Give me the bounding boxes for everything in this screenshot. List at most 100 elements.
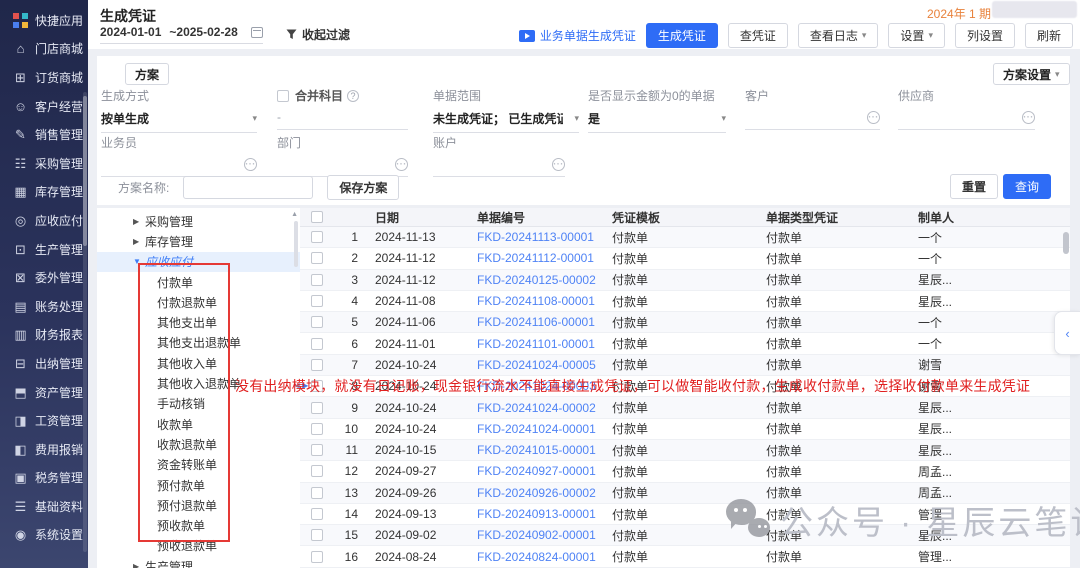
collapse-filter-button[interactable]: 收起过滤 [286, 26, 350, 43]
sidebar-item[interactable]: ▣ 税务管理 [0, 464, 88, 493]
date-range-field[interactable]: 2024-01-01 ~2025-02-28 [100, 25, 263, 44]
table-row[interactable]: 16 2024-08-24 FKD-20240824-00001 付款单 付款单… [300, 546, 1070, 567]
tree-item[interactable]: ▶ 生产管理 [97, 556, 300, 568]
tree-item[interactable]: 其他收入单 [97, 353, 300, 373]
generate-voucher-button[interactable]: 生成凭证 [646, 23, 718, 48]
table-row[interactable]: 14 2024-09-13 FKD-20240913-00001 付款单 付款单… [300, 504, 1070, 525]
sidebar-item[interactable]: ⌂ 门店商城 [0, 35, 88, 64]
more-options-icon[interactable]: ··· [552, 158, 565, 171]
row-checkbox[interactable] [311, 316, 323, 328]
sidebar-item[interactable]: ⊟ 出纳管理 [0, 349, 88, 378]
table-row[interactable]: 5 2024-11-06 FKD-20241106-00001 付款单 付款单 … [300, 312, 1070, 333]
reset-button[interactable]: 重置 [950, 174, 998, 199]
more-options-icon[interactable]: ··· [867, 111, 880, 124]
tree-item[interactable]: 收款退款单 [97, 434, 300, 454]
more-options-icon[interactable]: ··· [244, 158, 257, 171]
row-checkbox[interactable] [311, 423, 323, 435]
tree-scroll-up-icon[interactable]: ▲ [291, 211, 298, 218]
merge-subject-checkbox[interactable] [277, 90, 289, 102]
account-input[interactable]: ··· [433, 157, 565, 177]
row-checkbox[interactable] [311, 487, 323, 499]
collapse-panel-tab[interactable]: ‹ [1054, 311, 1080, 355]
table-row[interactable]: 7 2024-10-24 FKD-20241024-00005 付款单 付款单 … [300, 355, 1070, 376]
sidebar-item[interactable]: 快捷应用 [0, 6, 88, 35]
sidebar-item[interactable]: ☷ 采购管理 [0, 149, 88, 178]
table-row[interactable]: 11 2024-10-15 FKD-20241015-00001 付款单 付款单… [300, 440, 1070, 461]
sidebar-item[interactable]: ☰ 基础资料 [0, 492, 88, 521]
row-checkbox[interactable] [311, 274, 323, 286]
table-row[interactable]: 13 2024-09-26 FKD-20240926-00002 付款单 付款单… [300, 483, 1070, 504]
view-voucher-button[interactable]: 查凭证 [728, 23, 788, 48]
scheme-settings-button[interactable]: 方案设置 ▾ [993, 63, 1070, 85]
tree-item[interactable]: 预收退款单 [97, 536, 300, 556]
row-checkbox[interactable] [311, 551, 323, 563]
sidebar-item[interactable]: ◎ 应收应付 [0, 206, 88, 235]
table-row[interactable]: 2 2024-11-12 FKD-20241112-00001 付款单 付款单 … [300, 248, 1070, 269]
department-input[interactable]: ··· [277, 157, 408, 177]
sidebar-scrollbar[interactable] [83, 92, 87, 552]
query-button[interactable]: 查询 [1003, 174, 1051, 199]
table-row[interactable]: 3 2024-11-12 FKD-20240125-00002 付款单 付款单 … [300, 270, 1070, 291]
sidebar-item[interactable]: ◧ 费用报销 [0, 435, 88, 464]
cell-doc-no-link[interactable]: FKD-20240926-00002 [464, 486, 599, 500]
tree-item[interactable]: 其他支出单 [97, 312, 300, 332]
row-checkbox[interactable] [311, 231, 323, 243]
tree-item[interactable]: 付款退款单 [97, 292, 300, 312]
table-row[interactable]: 6 2024-11-01 FKD-20241101-00001 付款单 付款单 … [300, 333, 1070, 354]
select-all-checkbox[interactable] [311, 211, 323, 223]
tree-item[interactable]: 预收款单 [97, 515, 300, 535]
tree-item[interactable]: ▶ 采购管理 [97, 211, 300, 231]
tree-item[interactable]: ▶ 库存管理 [97, 231, 300, 251]
help-icon[interactable]: ? [347, 90, 359, 102]
sidebar-item[interactable]: ⊞ 订货商城 [0, 63, 88, 92]
row-checkbox[interactable] [311, 338, 323, 350]
cell-doc-no-link[interactable]: FKD-20241108-00001 [464, 294, 599, 308]
cell-doc-no-link[interactable]: FKD-20241024-00005 [464, 358, 599, 372]
tree-item[interactable]: 收款单 [97, 414, 300, 434]
row-checkbox[interactable] [311, 508, 323, 520]
settings-button[interactable]: 设置 ▾ [888, 23, 945, 48]
sidebar-item[interactable]: ▤ 账务处理 [0, 292, 88, 321]
sidebar-item[interactable]: ⊡ 生产管理 [0, 235, 88, 264]
cell-doc-no-link[interactable]: FKD-20241101-00001 [464, 337, 599, 351]
sidebar-item[interactable]: ◨ 工资管理 [0, 406, 88, 435]
customer-input[interactable]: ··· [745, 110, 880, 130]
table-row[interactable]: 12 2024-09-27 FKD-20240927-00001 付款单 付款单… [300, 461, 1070, 482]
tree-item[interactable]: 付款单 [97, 272, 300, 292]
table-row[interactable]: 9 2024-10-24 FKD-20241024-00002 付款单 付款单 … [300, 397, 1070, 418]
sidebar-item[interactable]: ◉ 系统设置 [0, 521, 88, 550]
save-scheme-button[interactable]: 保存方案 [327, 175, 399, 200]
cell-doc-no-link[interactable]: FKD-20240125-00002 [464, 273, 599, 287]
row-checkbox[interactable] [311, 252, 323, 264]
tree-item[interactable]: 资金转账单 [97, 455, 300, 475]
cell-doc-no-link[interactable]: FKD-20241024-00001 [464, 422, 599, 436]
row-checkbox[interactable] [311, 295, 323, 307]
sidebar-item[interactable]: ⬒ 资产管理 [0, 378, 88, 407]
cell-doc-no-link[interactable]: FKD-20241106-00001 [464, 315, 599, 329]
supplier-input[interactable]: ··· [898, 110, 1035, 130]
more-options-icon[interactable]: ··· [395, 158, 408, 171]
sidebar-item[interactable]: ▥ 财务报表 [0, 321, 88, 350]
sidebar-item[interactable]: ☺ 客户经营 [0, 92, 88, 121]
video-tutorial-link[interactable]: 业务单据生成凭证 [519, 27, 636, 44]
column-settings-button[interactable]: 列设置 [955, 23, 1015, 48]
table-row[interactable]: 10 2024-10-24 FKD-20241024-00001 付款单 付款单… [300, 419, 1070, 440]
tree-item[interactable]: ▼ 应收应付 [97, 252, 300, 272]
tree-item[interactable]: 预付款单 [97, 475, 300, 495]
cell-doc-no-link[interactable]: FKD-20241113-00001 [464, 230, 599, 244]
row-checkbox[interactable] [311, 359, 323, 371]
scheme-name-input[interactable] [183, 176, 313, 199]
row-checkbox[interactable] [311, 465, 323, 477]
cell-doc-no-link[interactable]: FKD-20241112-00001 [464, 251, 599, 265]
cell-doc-no-link[interactable]: FKD-20240927-00001 [464, 464, 599, 478]
generate-mode-select[interactable]: 按单生成 ▾ [101, 110, 257, 133]
tree-scrollbar[interactable] [294, 221, 298, 267]
cell-doc-no-link[interactable]: FKD-20240902-00001 [464, 528, 599, 542]
tree-item[interactable]: 手动核销 [97, 394, 300, 414]
salesman-input[interactable]: ··· [101, 157, 257, 177]
row-checkbox[interactable] [311, 444, 323, 456]
tab-scheme[interactable]: 方案 [125, 63, 169, 85]
doc-range-select[interactable]: 未生成凭证； 已生成凭证 ▾ [433, 110, 579, 133]
sidebar-item[interactable]: ▦ 库存管理 [0, 178, 88, 207]
cell-doc-no-link[interactable]: FKD-20241024-00002 [464, 401, 599, 415]
